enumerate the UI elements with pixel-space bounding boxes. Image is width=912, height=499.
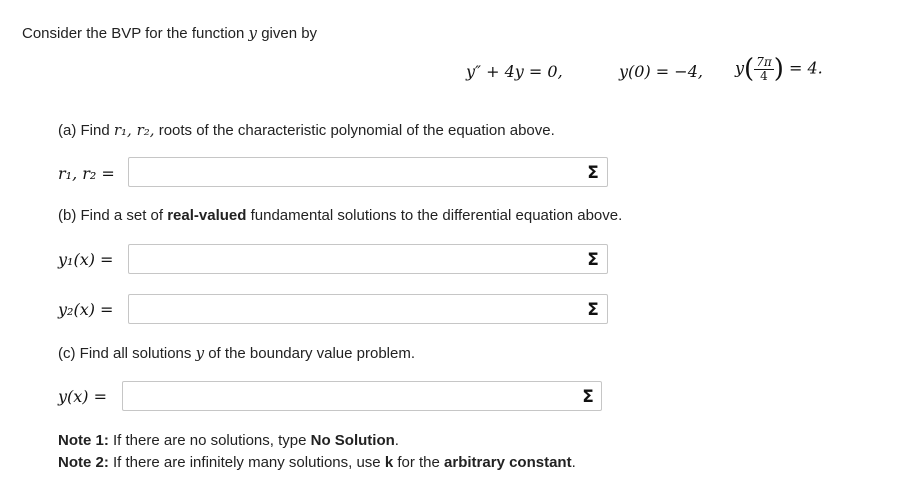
y1-input[interactable] [128, 244, 608, 274]
y2-label: y₂(x) = [58, 300, 114, 319]
y2-sigma-icon[interactable]: Σ [583, 300, 603, 320]
note-2-mid: for the [397, 454, 440, 471]
roots-label: r₁, r₂ = [58, 164, 115, 183]
part-c-after: of the boundary value problem. [208, 345, 416, 362]
bc2-numerator: 7π [754, 54, 774, 70]
bc2-fraction: 7π 4 [754, 54, 774, 83]
y2-input[interactable] [128, 294, 608, 324]
part-c-prompt: (c) Find all solutions y of the boundary… [58, 344, 415, 362]
part-b-before: (b) Find a set of [58, 207, 164, 224]
y-solution-sigma-icon[interactable]: Σ [578, 387, 598, 407]
part-a-prompt: (a) Find r₁, r₂, roots of the characteri… [58, 121, 555, 139]
note-1: Note 1: If there are no solutions, type … [58, 432, 399, 449]
intro-before: Consider the BVP for the function [22, 25, 245, 42]
note-2-label: Note 2: [58, 454, 109, 471]
note-2-text: If there are infinitely many solutions, … [113, 454, 381, 471]
intro-after: given by [261, 25, 318, 42]
part-a-vars: r₁, r₂, [113, 121, 155, 139]
roots-input[interactable] [128, 157, 608, 187]
part-c-before: (c) Find all solutions [58, 345, 192, 362]
boundary-condition-1: y(0) = −4, [619, 62, 703, 81]
part-a-before: (a) Find [58, 122, 110, 139]
y-solution-input[interactable] [122, 381, 602, 411]
bc2-value: = 4. [788, 58, 823, 78]
roots-sigma-icon[interactable]: Σ [583, 163, 603, 183]
note-1-text: If there are no solutions, type [113, 432, 307, 449]
bc2-denominator: 4 [760, 68, 768, 83]
part-b-bold: real-valued [167, 207, 247, 224]
part-b-prompt: (b) Find a set of real-valued fundamenta… [58, 207, 622, 224]
note-1-bold: No Solution [310, 432, 395, 449]
note-1-end: . [394, 432, 399, 449]
note-2-end: . [571, 454, 576, 471]
note-2: Note 2: If there are infinitely many sol… [58, 454, 576, 471]
y1-label: y₁(x) = [58, 250, 114, 269]
y-solution-label: y(x) = [58, 387, 108, 406]
note-2-bold: arbitrary constant [444, 454, 572, 471]
intro-text: Consider the BVP for the function y give… [22, 24, 317, 42]
part-c-var: y [195, 344, 205, 362]
part-a-after: roots of the characteristic polynomial o… [158, 122, 555, 139]
part-b-after: fundamental solutions to the differentia… [250, 207, 623, 224]
ode-equation: y″ + 4y = 0, [466, 62, 563, 81]
note-1-label: Note 1: [58, 432, 109, 449]
note-2-k: k [384, 454, 394, 471]
bc2-func: y [735, 58, 745, 78]
y1-sigma-icon[interactable]: Σ [583, 250, 603, 270]
intro-var: y [248, 24, 258, 42]
boundary-condition-2: y(7π 4) = 4. [735, 54, 823, 84]
